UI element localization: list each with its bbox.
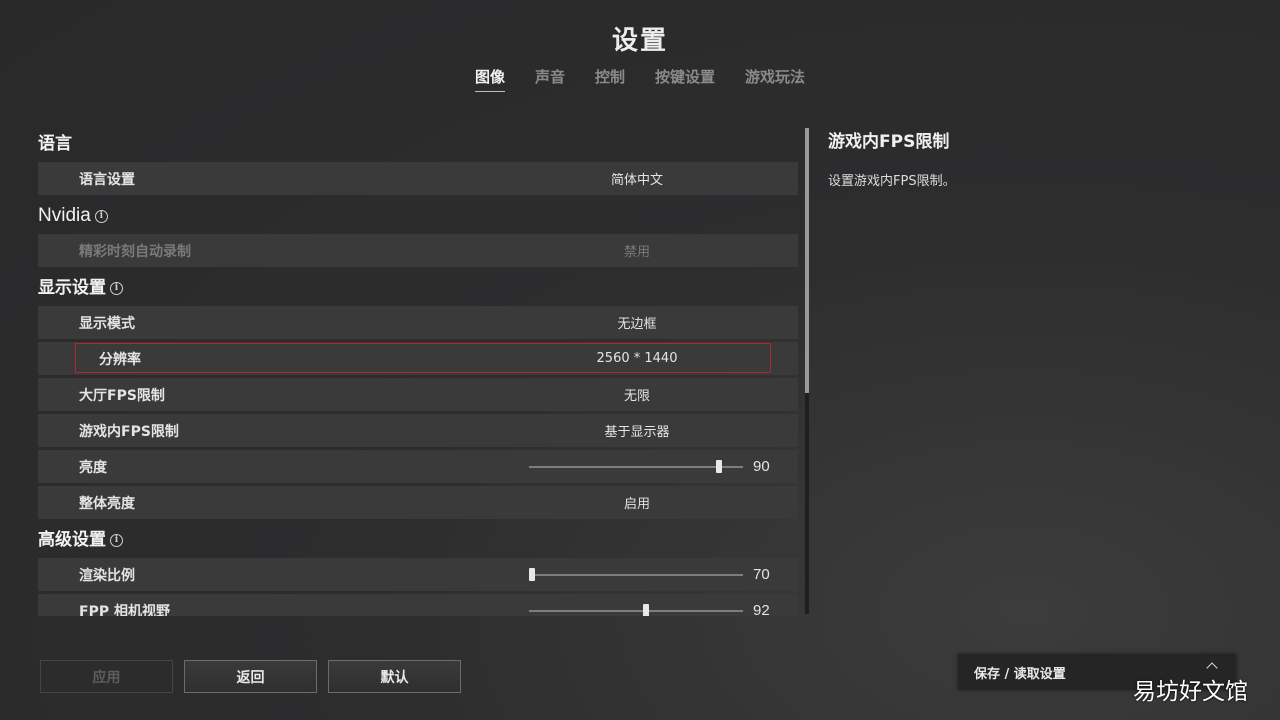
section-language-title: 语言 <box>38 126 798 162</box>
apply-button[interactable]: 应用 <box>40 660 173 693</box>
watermark: 易坊好文馆 <box>1133 679 1248 705</box>
section-advanced-title: 高级设置 i <box>38 522 798 558</box>
render-scale-slider-thumb[interactable] <box>529 568 535 581</box>
row-language-label: 语言设置 <box>79 171 135 188</box>
tab-gameplay[interactable]: 游戏玩法 <box>745 66 805 91</box>
row-render-scale-label: 渲染比例 <box>79 567 135 584</box>
row-brightness[interactable]: 亮度 90 <box>38 450 798 483</box>
row-display-mode[interactable]: 显示模式 无边框 <box>38 306 798 339</box>
row-highlights-value: 禁用 <box>623 245 650 260</box>
settings-scrollbar[interactable] <box>805 128 809 614</box>
row-display-mode-label: 显示模式 <box>79 315 135 332</box>
row-overall-brightness[interactable]: 整体亮度 启用 <box>38 486 798 519</box>
row-fpp-fov[interactable]: FPP 相机视野 92 <box>38 594 798 616</box>
fpp-fov-value: 92 <box>753 602 770 616</box>
row-fpp-fov-label: FPP 相机视野 <box>79 603 170 617</box>
section-advanced-label: 高级设置 <box>38 530 106 550</box>
fpp-fov-slider-track[interactable] <box>529 610 743 612</box>
settings-page: 设置 图像 声音 控制 按键设置 游戏玩法 语言 语言设置 简体中文 Nvidi… <box>0 0 1280 720</box>
row-resolution[interactable]: 分辨率 2560 * 1440 <box>38 342 798 375</box>
section-display-label: 显示设置 <box>38 278 106 298</box>
description-text: 设置游戏内FPS限制。 <box>828 174 956 189</box>
tab-control[interactable]: 控制 <box>595 66 625 91</box>
row-language[interactable]: 语言设置 简体中文 <box>38 162 798 195</box>
brightness-slider-thumb[interactable] <box>716 460 723 473</box>
row-highlights-label: 精彩时刻自动录制 <box>79 243 191 260</box>
tab-graphics[interactable]: 图像 <box>474 66 505 92</box>
info-icon[interactable]: i <box>94 209 108 223</box>
row-brightness-label: 亮度 <box>79 459 107 476</box>
brightness-value: 90 <box>753 458 770 475</box>
row-resolution-label: 分辨率 <box>99 351 141 368</box>
section-language-label: 语言 <box>38 134 72 154</box>
row-display-mode-value[interactable]: 无边框 <box>520 313 754 332</box>
row-lobby-fps-value[interactable]: 无限 <box>520 385 754 404</box>
save-load-label: 保存 / 读取设置 <box>974 667 1066 682</box>
row-highlights-record: 精彩时刻自动录制 禁用 <box>38 234 798 267</box>
default-button[interactable]: 默认 <box>328 660 461 693</box>
row-overall-brightness-label: 整体亮度 <box>79 495 135 512</box>
row-resolution-value[interactable]: 2560 * 1440 <box>520 351 754 366</box>
info-icon[interactable]: i <box>110 281 123 295</box>
back-button[interactable]: 返回 <box>184 660 317 693</box>
row-ingame-fps-label: 游戏内FPS限制 <box>79 423 179 440</box>
render-scale-slider-track[interactable] <box>529 574 743 576</box>
row-lobby-fps[interactable]: 大厅FPS限制 无限 <box>38 378 798 411</box>
section-nvidia-title: Nvidia i <box>38 198 798 234</box>
row-render-scale[interactable]: 渲染比例 70 <box>38 558 798 591</box>
row-ingame-fps[interactable]: 游戏内FPS限制 基于显示器 <box>38 414 798 447</box>
info-icon[interactable]: i <box>110 533 123 547</box>
page-title: 设置 <box>611 26 668 56</box>
tab-keybindings[interactable]: 按键设置 <box>655 66 715 91</box>
row-language-value[interactable]: 简体中文 <box>520 169 754 188</box>
tab-bar: 图像 声音 控制 按键设置 游戏玩法 <box>0 66 1280 92</box>
fpp-fov-slider-thumb[interactable] <box>643 604 650 616</box>
render-scale-value: 70 <box>753 566 770 583</box>
settings-list[interactable]: 语言 语言设置 简体中文 Nvidia i 精彩时刻自动录制 禁用 显示设置 i… <box>38 126 798 616</box>
row-ingame-fps-value[interactable]: 基于显示器 <box>520 421 754 440</box>
scrollbar-thumb[interactable] <box>805 128 809 393</box>
description-title: 游戏内FPS限制 <box>828 132 950 152</box>
row-overall-brightness-value[interactable]: 启用 <box>520 493 754 512</box>
brightness-slider-track[interactable] <box>529 466 743 468</box>
section-display-title: 显示设置 i <box>38 270 798 306</box>
row-lobby-fps-label: 大厅FPS限制 <box>79 387 165 404</box>
tab-sound[interactable]: 声音 <box>535 66 565 91</box>
section-nvidia-label: Nvidia <box>38 205 91 226</box>
